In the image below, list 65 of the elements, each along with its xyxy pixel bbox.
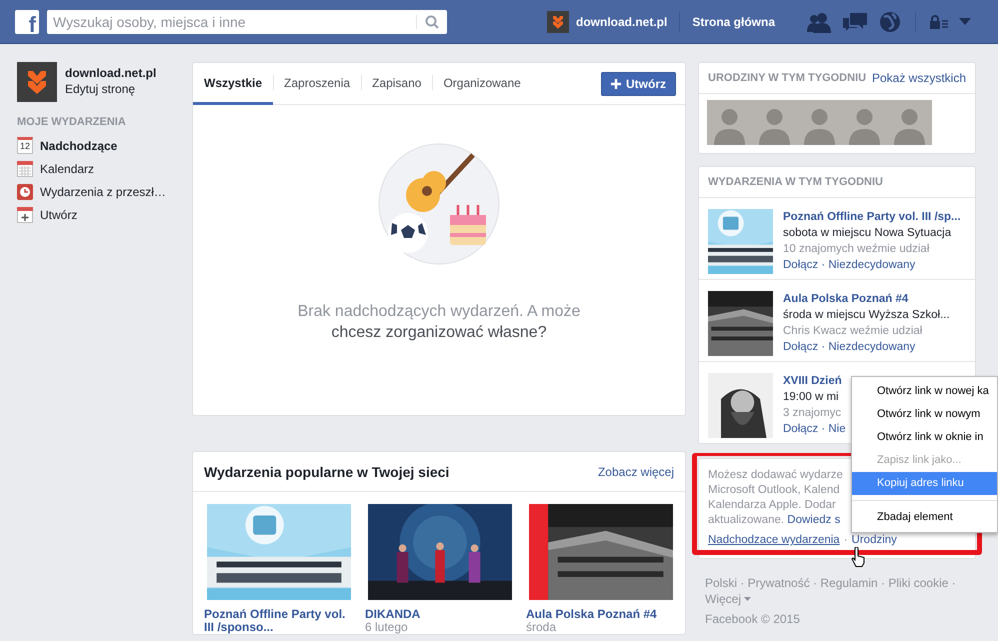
show-all-link[interactable]: Pokaż wszystkich bbox=[872, 71, 966, 85]
learn-more-link[interactable]: Dowiedz s bbox=[787, 514, 840, 526]
panel-heading: URODZINY W TYM TYGODNIU bbox=[708, 72, 866, 84]
rsvp-links[interactable]: Dołącz · Niezdecydowany bbox=[783, 257, 961, 273]
panel-title: Wydarzenia popularne w Twojej sieci bbox=[204, 464, 450, 480]
add-calendar-icon bbox=[17, 206, 33, 222]
sidebar-item[interactable]: Wydarzenia z przeszł… bbox=[17, 180, 180, 203]
sidebar-item[interactable]: 12 Nadchodzące bbox=[17, 134, 180, 157]
messages-icon[interactable] bbox=[842, 10, 868, 32]
separator-dot: · bbox=[844, 533, 848, 548]
friends-going: 10 znajomych weźmie udział bbox=[783, 242, 930, 257]
friends-going: 3 znajomyc bbox=[783, 406, 842, 421]
tab[interactable]: Zapisano bbox=[361, 63, 432, 105]
calendar-export-link[interactable]: Urodziny bbox=[852, 533, 897, 548]
plus-icon bbox=[611, 78, 621, 88]
caret-icon[interactable] bbox=[959, 18, 971, 26]
search-field[interactable]: Wyszukaj osoby, miejsca i inne bbox=[47, 10, 447, 34]
caret-icon bbox=[744, 597, 752, 601]
event-title-link[interactable]: Poznań Offline Party vol. III /sp... bbox=[783, 209, 961, 225]
logo-icon: f bbox=[15, 10, 39, 34]
chevron-logo-icon bbox=[547, 10, 569, 32]
menu-item[interactable]: Otwórz link w nowej ka bbox=[852, 380, 997, 403]
tab[interactable]: Wszystkie bbox=[193, 63, 274, 105]
tab[interactable]: Organizowane bbox=[432, 63, 532, 105]
calendar-icon bbox=[17, 160, 33, 176]
edit-page-link[interactable]: Edytuj stronę bbox=[65, 82, 156, 96]
copyright: Facebook © 2015 bbox=[705, 611, 801, 627]
event-title-link[interactable]: DIKANDA bbox=[365, 608, 515, 621]
event-time-place: sobota w miejscu Nowa Sytuacja bbox=[783, 226, 952, 241]
event-title-link[interactable]: Aula Polska Poznań #4 bbox=[783, 291, 950, 307]
see-more-link[interactable]: Zobacz więcej bbox=[598, 464, 674, 478]
event-date: środa bbox=[526, 621, 558, 634]
section-heading: MOJE WYDARZENIA bbox=[17, 116, 127, 128]
event-date: 6 lutego bbox=[365, 621, 409, 634]
page-link[interactable]: download.net.pl bbox=[543, 6, 672, 36]
panel-heading: WYDARZENIA W TYM TYGODNIU bbox=[708, 176, 883, 188]
sidebar-item[interactable]: Kalendarz bbox=[17, 157, 180, 180]
menu-item[interactable]: Zbadaj element bbox=[852, 506, 997, 529]
create-button[interactable]: Utwórz bbox=[601, 72, 676, 96]
event-title-link[interactable]: Poznań Offline Party vol. III /sponso... bbox=[204, 608, 354, 634]
event-time-place: środa w miejscu Wyższa Szkoł... bbox=[783, 308, 950, 323]
page-name[interactable]: download.net.pl bbox=[65, 66, 156, 80]
event-title-link[interactable]: Aula Polska Poznań #4 bbox=[526, 608, 676, 621]
menu-item[interactable]: Otwórz link w oknie in bbox=[852, 426, 997, 449]
lock-icon[interactable] bbox=[929, 14, 949, 30]
event-title-link[interactable]: XVIII Dzień bbox=[783, 373, 846, 389]
menu-item[interactable]: Kopiuj adres linku bbox=[852, 472, 997, 495]
rsvp-links[interactable]: Dołącz · Nie bbox=[783, 421, 846, 437]
calendar-day-icon: 12 bbox=[17, 137, 33, 154]
chevron-logo-icon bbox=[17, 62, 57, 102]
sidebar-item[interactable]: Utwórz bbox=[17, 203, 180, 226]
empty-message: Brak nadchodzących wydarzeń. A może bbox=[298, 302, 580, 322]
avatar[interactable] bbox=[887, 100, 932, 145]
calendar-export-link[interactable]: Nadchodzace wydarzenia bbox=[708, 533, 840, 548]
event-time-place: 19:00 w mi bbox=[783, 390, 840, 405]
friends-icon[interactable] bbox=[806, 10, 832, 32]
menu-item[interactable]: Otwórz link w nowym bbox=[852, 403, 997, 426]
home-link[interactable]: Strona główna bbox=[688, 10, 779, 32]
create-event-link[interactable]: chcesz zorganizować własne? bbox=[331, 324, 547, 341]
rsvp-links[interactable]: Dołącz · Niezdecydowany bbox=[783, 339, 950, 355]
clock-icon bbox=[17, 184, 33, 200]
tab[interactable]: Zaproszenia bbox=[273, 63, 362, 105]
globe-icon[interactable] bbox=[878, 10, 902, 34]
avatar[interactable] bbox=[707, 100, 752, 145]
friends-going: Chris Kwacz weźmie udział bbox=[783, 324, 924, 339]
